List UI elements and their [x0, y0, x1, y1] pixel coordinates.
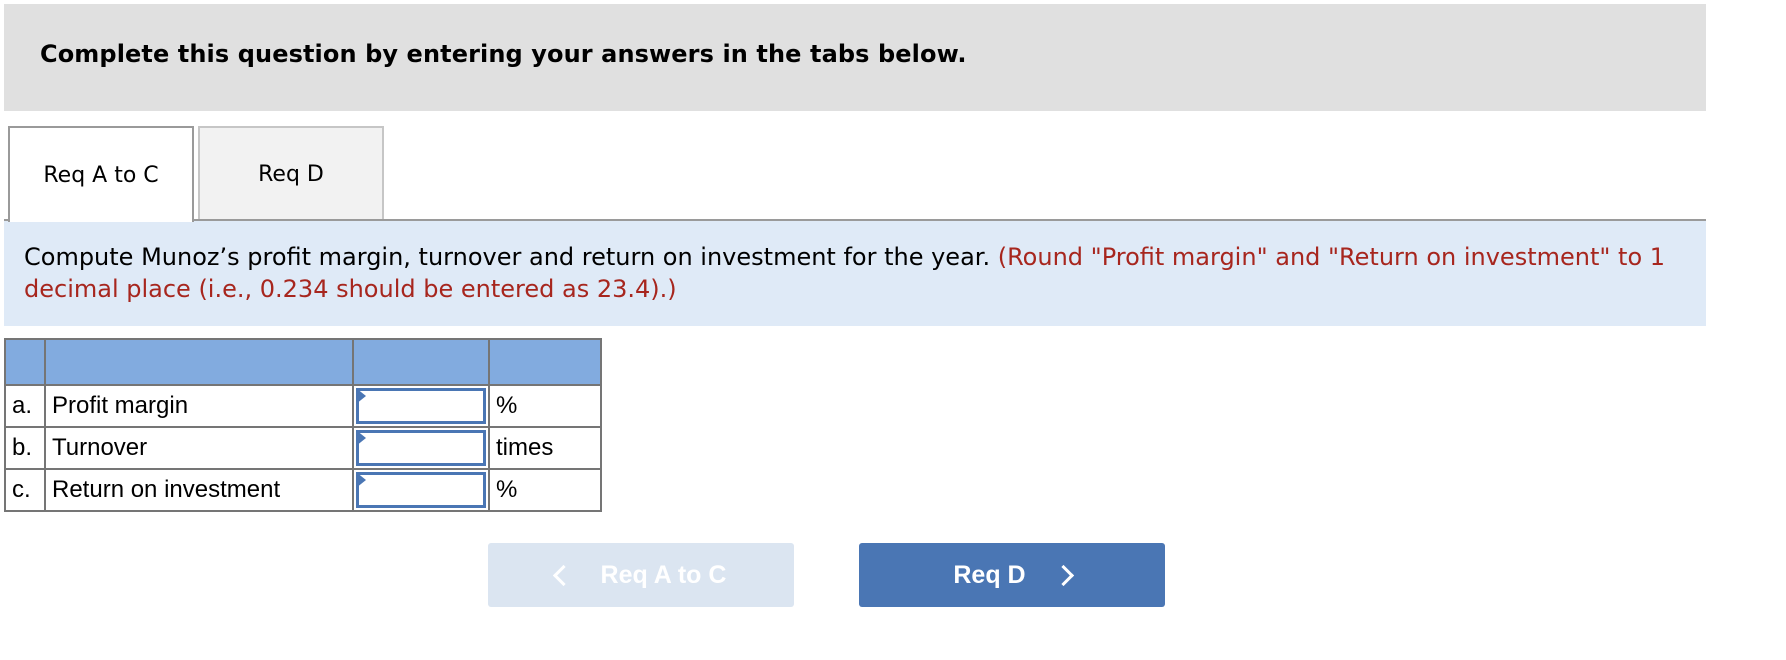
next-button-label: Req D [953, 560, 1026, 589]
header-cell [44, 338, 354, 386]
row-unit: times [488, 426, 602, 470]
table-row: c. Return on investment % [4, 468, 602, 512]
question-header: Complete this question by entering your … [4, 4, 1706, 111]
header-title: Complete this question by entering your … [40, 40, 967, 68]
row-unit: % [488, 468, 602, 512]
row-label: Profit margin [44, 384, 354, 428]
header-cell [488, 338, 602, 386]
row-letter: a. [4, 384, 46, 428]
tab-req-a-to-c[interactable]: Req A to C [8, 126, 194, 222]
turnover-cell [352, 426, 490, 470]
turnover-input[interactable] [359, 433, 483, 463]
flag-marker-icon [356, 388, 366, 404]
prev-button-label: Req A to C [600, 560, 727, 589]
chevron-left-icon [552, 564, 574, 586]
row-unit: % [488, 384, 602, 428]
header-cell [352, 338, 490, 386]
return-on-investment-input[interactable] [359, 475, 483, 505]
table-row: b. Turnover times [4, 426, 602, 470]
tab-label: Req A to C [43, 162, 159, 188]
profit-margin-field-box [356, 388, 486, 424]
profit-margin-input[interactable] [359, 391, 483, 421]
row-label: Turnover [44, 426, 354, 470]
turnover-field-box [356, 430, 486, 466]
row-label: Return on investment [44, 468, 354, 512]
table-header-row [4, 338, 602, 386]
roi-cell [352, 468, 490, 512]
tab-label: Req D [258, 161, 324, 187]
answer-table: a. Profit margin % b. Turnover times c. … [4, 338, 602, 512]
row-letter: b. [4, 426, 46, 470]
profit-margin-cell [352, 384, 490, 428]
prev-req-button[interactable]: Req A to C [488, 543, 794, 607]
flag-marker-icon [356, 430, 366, 446]
header-cell [4, 338, 46, 386]
table-row: a. Profit margin % [4, 384, 602, 428]
roi-field-box [356, 472, 486, 508]
instructions-panel: Compute Munoz’s profit margin, turnover … [4, 221, 1706, 326]
chevron-right-icon [1052, 564, 1074, 586]
flag-marker-icon [356, 472, 366, 488]
row-letter: c. [4, 468, 46, 512]
tab-req-d[interactable]: Req D [198, 126, 384, 220]
instructions-text: Compute Munoz’s profit margin, turnover … [24, 243, 991, 271]
next-req-button[interactable]: Req D [859, 543, 1165, 607]
